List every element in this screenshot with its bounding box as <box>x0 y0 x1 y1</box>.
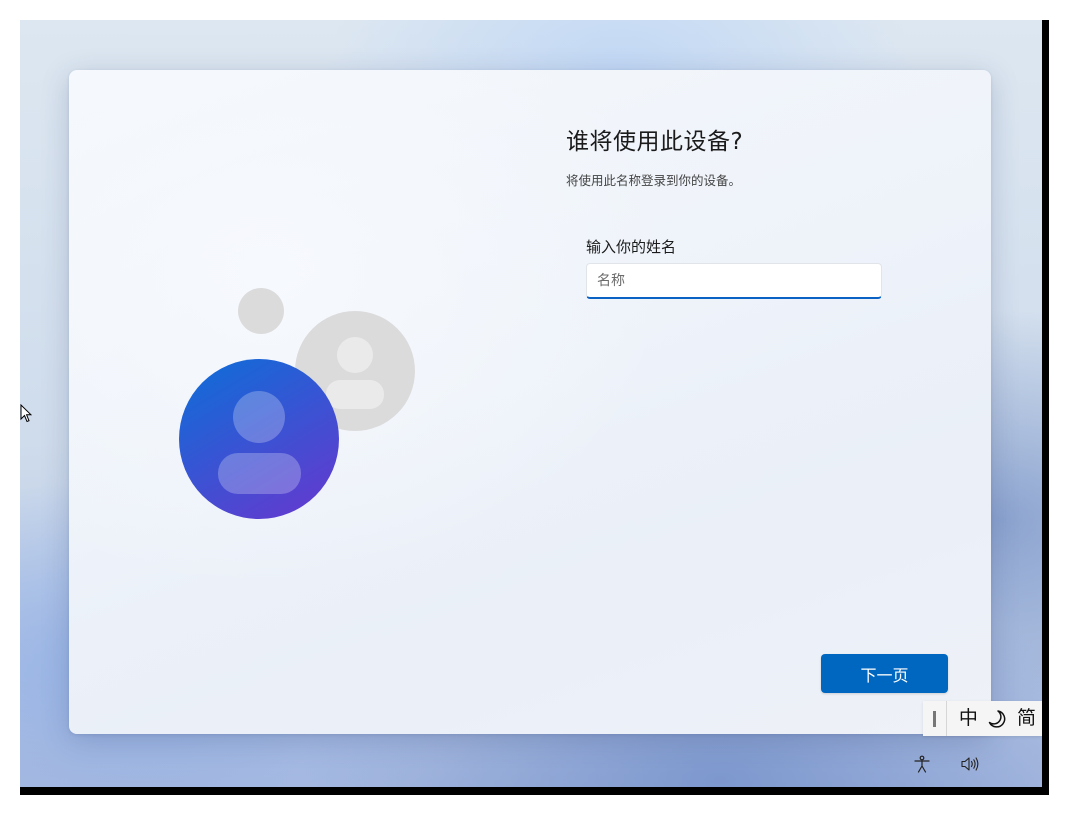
mouse-cursor-icon <box>20 404 32 423</box>
accessibility-icon <box>914 755 930 773</box>
ime-drag-handle[interactable] <box>933 710 936 727</box>
users-illustration-icon <box>179 288 415 519</box>
oobe-screen: 谁将使用此设备? 将使用此名称登录到你的设备。 输入你的姓名 下一页 中 简 <box>20 20 1042 787</box>
name-input[interactable] <box>586 263 882 299</box>
name-field-label: 输入你的姓名 <box>586 238 677 256</box>
page-subtitle: 将使用此名称登录到你的设备。 <box>566 173 742 188</box>
volume-icon <box>961 757 979 771</box>
moon-icon <box>989 709 1006 728</box>
setup-card: 谁将使用此设备? 将使用此名称登录到你的设备。 输入你的姓名 下一页 <box>69 70 991 734</box>
ime-mode-toggle[interactable]: 中 <box>953 701 984 736</box>
ime-width-toggle[interactable] <box>984 709 1011 729</box>
ime-divider <box>945 701 947 736</box>
page-title: 谁将使用此设备? <box>566 129 744 155</box>
ime-toolbar: 中 简 <box>923 701 1042 736</box>
volume-button[interactable] <box>959 753 981 775</box>
accessibility-button[interactable] <box>911 753 933 775</box>
ime-script-toggle[interactable]: 简 <box>1011 701 1042 736</box>
next-button[interactable]: 下一页 <box>821 654 948 693</box>
